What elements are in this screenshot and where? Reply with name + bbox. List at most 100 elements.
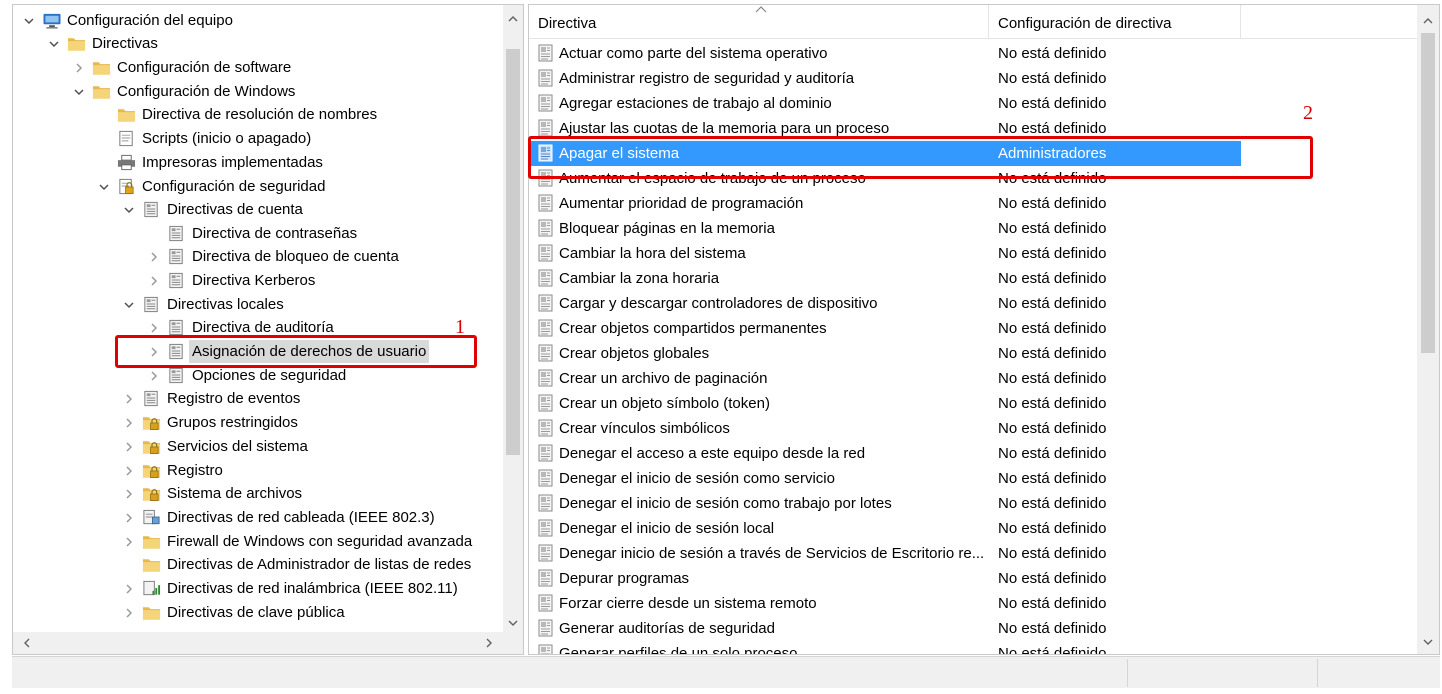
chevron-down-icon[interactable] (47, 32, 61, 55)
scroll-left-icon[interactable] (17, 632, 37, 654)
tree-item[interactable]: Directivas de red inalámbrica (IEEE 802.… (122, 577, 458, 600)
tree-item[interactable]: Scripts (inicio o apagado) (97, 127, 311, 150)
tree-item[interactable]: Directivas de red cableada (IEEE 802.3) (122, 506, 435, 529)
tree-item[interactable]: Directiva Kerberos (147, 269, 315, 292)
policy-setting: No está definido (998, 395, 1107, 412)
tree-item[interactable]: Directivas locales (122, 293, 284, 316)
tree-item[interactable]: Sistema de archivos (122, 482, 302, 505)
policy-name: Denegar el acceso a este equipo desde la… (559, 445, 866, 462)
policy-setting: No está definido (998, 295, 1107, 312)
policy-row[interactable]: Administrar registro de seguridad y audi… (529, 66, 1241, 91)
tree-item[interactable]: Configuración del equipo (22, 9, 233, 32)
chevron-right-icon[interactable] (147, 245, 161, 268)
scroll-thumb[interactable] (506, 49, 520, 455)
chevron-right-icon[interactable] (122, 411, 136, 434)
tree-item[interactable]: Directiva de contraseñas (147, 222, 357, 245)
tree-item-label: Configuración del equipo (67, 12, 233, 29)
tree-item[interactable]: Registro de eventos (122, 387, 300, 410)
chevron-right-icon[interactable] (122, 577, 136, 600)
tree-item[interactable]: Configuración de software (72, 56, 291, 79)
policy-row[interactable]: Actuar como parte del sistema operativo N… (529, 41, 1241, 66)
folder-icon (67, 35, 86, 52)
policy-book-icon (167, 225, 186, 242)
chevron-right-icon[interactable] (122, 482, 136, 505)
locked-folder-icon (142, 438, 161, 455)
policy-row[interactable]: Agregar estaciones de trabajo al dominio… (529, 91, 1241, 116)
chevron-down-icon[interactable] (72, 80, 86, 103)
chevron-right-icon[interactable] (122, 601, 136, 624)
chevron-right-icon[interactable] (122, 530, 136, 553)
tree-horizontal-scrollbar[interactable] (13, 632, 523, 654)
policy-row[interactable]: Depurar programas No está definido (529, 566, 1241, 591)
tree-item[interactable]: Grupos restringidos (122, 411, 298, 434)
chevron-down-icon[interactable] (122, 198, 136, 221)
chevron-right-icon[interactable] (147, 269, 161, 292)
policy-item-icon (537, 394, 555, 412)
chevron-down-icon[interactable] (97, 175, 111, 198)
column-header-configuracion[interactable]: Configuración de directiva (989, 5, 1241, 39)
tree-item[interactable]: Directiva de resolución de nombres (97, 103, 377, 126)
scroll-down-icon[interactable] (503, 613, 523, 633)
tree-item[interactable]: Configuración de seguridad (97, 175, 325, 198)
policy-row[interactable]: Crear objetos globales No está definido (529, 341, 1241, 366)
scroll-down-icon[interactable] (1417, 630, 1439, 654)
chevron-right-icon[interactable] (72, 56, 86, 79)
policy-row[interactable]: Crear un archivo de paginación No está de… (529, 366, 1241, 391)
policy-row[interactable]: Crear un objeto símbolo (token) No está d… (529, 391, 1241, 416)
policy-row[interactable]: Crear objetos compartidos permanentes No … (529, 316, 1241, 341)
policy-row[interactable]: Denegar el inicio de sesión como servici… (529, 466, 1241, 491)
computer-icon (42, 12, 61, 29)
tree-item[interactable]: Directivas de clave pública (122, 601, 345, 624)
policy-row[interactable]: Denegar el inicio de sesión local No está… (529, 516, 1241, 541)
tree-item-label: Registro de eventos (167, 390, 301, 407)
tree-item[interactable]: Impresoras implementadas (97, 151, 323, 174)
policy-row[interactable]: Denegar inicio de sesión a través de Ser… (529, 541, 1241, 566)
scroll-right-icon[interactable] (479, 632, 499, 654)
tree-item[interactable]: Registro (122, 459, 223, 482)
tree-item-label: Servicios del sistema (167, 438, 308, 455)
tree-item[interactable]: Servicios del sistema (122, 435, 308, 458)
wired-network-icon (142, 509, 161, 526)
scroll-up-icon[interactable] (1417, 9, 1439, 33)
policy-row[interactable]: Cambiar la hora del sistema No está defin… (529, 241, 1241, 266)
tree-item[interactable]: Firewall de Windows con seguridad avanza… (122, 530, 472, 553)
chevron-right-icon[interactable] (122, 506, 136, 529)
tree-item[interactable]: Directivas de Administrador de listas de… (122, 553, 471, 576)
policy-row[interactable]: Aumentar prioridad de programación No est… (529, 191, 1241, 216)
chevron-right-icon[interactable] (122, 459, 136, 482)
console-tree-pane[interactable]: Configuración del equipo Directivas Config… (12, 4, 524, 655)
policy-row[interactable]: Cambiar la zona horaria No está definido (529, 266, 1241, 291)
tree-item[interactable]: Directivas de cuenta (122, 198, 303, 221)
tree-item-label: Grupos restringidos (167, 414, 298, 431)
scroll-thumb[interactable] (1421, 33, 1435, 353)
chevron-down-icon[interactable] (122, 293, 136, 316)
tree-item[interactable]: Configuración de Windows (72, 80, 295, 103)
scroll-up-icon[interactable] (503, 9, 523, 29)
chevron-right-icon[interactable] (122, 387, 136, 410)
tree-item[interactable]: Directivas (47, 32, 158, 55)
policy-row[interactable]: Crear vínculos simbólicos No está definid… (529, 416, 1241, 441)
tree-item-label: Directiva de contraseñas (192, 225, 358, 242)
sort-ascending-icon (755, 6, 767, 13)
policy-book-icon (142, 296, 161, 313)
policy-item-icon (537, 119, 555, 137)
policy-row[interactable]: Forzar cierre desde un sistema remoto No … (529, 591, 1241, 616)
policy-setting: No está definido (998, 645, 1107, 655)
folder-icon (92, 59, 111, 76)
policy-row[interactable]: Denegar el acceso a este equipo desde la… (529, 441, 1241, 466)
chevron-down-icon[interactable] (22, 9, 36, 32)
tree-item-label: Directiva de bloqueo de cuenta (192, 248, 399, 265)
policy-row[interactable]: Bloquear páginas en la memoria No está de… (529, 216, 1241, 241)
policy-row[interactable]: Cargar y descargar controladores de disp… (529, 291, 1241, 316)
tree-vertical-scrollbar[interactable] (503, 5, 523, 633)
policy-row[interactable]: Generar auditorías de seguridad No está d… (529, 616, 1241, 641)
tree-item[interactable]: Directiva de bloqueo de cuenta (147, 245, 399, 268)
policy-name: Denegar inicio de sesión a través de Ser… (559, 545, 985, 562)
policy-row[interactable]: Denegar el inicio de sesión como trabajo… (529, 491, 1241, 516)
list-vertical-scrollbar[interactable] (1417, 5, 1439, 654)
policy-item-icon (537, 244, 555, 262)
chevron-right-icon[interactable] (122, 435, 136, 458)
policy-row[interactable]: Generar perfiles de un solo proceso No es… (529, 641, 1241, 655)
